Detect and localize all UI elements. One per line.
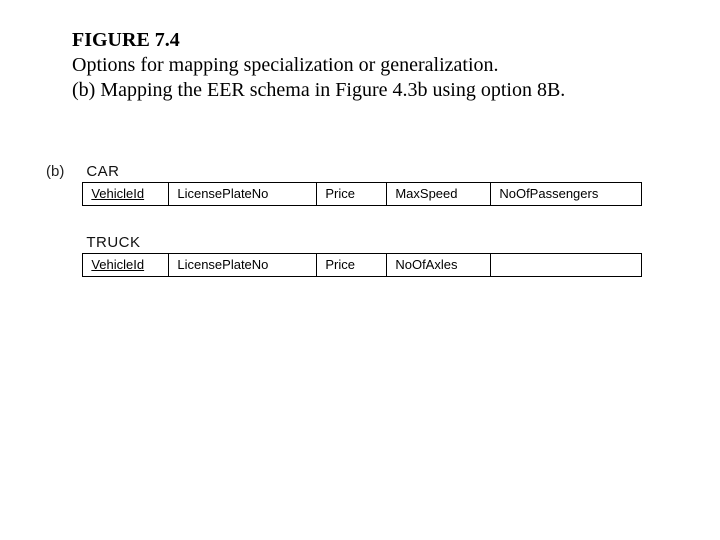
schema-truck-name: TRUCK <box>86 234 642 251</box>
car-col-passengers: NoOfPassengers <box>491 183 641 205</box>
schema-car: CAR VehicleId LicensePlateNo Price MaxSp… <box>82 163 642 206</box>
subfigure-label: (b) <box>46 163 64 180</box>
figure-subtitle: (b) Mapping the EER schema in Figure 4.3… <box>72 78 720 103</box>
car-col-price: Price <box>317 183 387 205</box>
truck-col-axles: NoOfAxles <box>387 254 491 276</box>
figure-title: Options for mapping specialization or ge… <box>72 53 720 78</box>
car-col-licenseplate: LicensePlateNo <box>169 183 317 205</box>
figure-number: FIGURE 7.4 <box>72 28 720 53</box>
truck-col-price: Price <box>317 254 387 276</box>
truck-col-vehicleid: VehicleId <box>91 257 144 272</box>
schema-truck: TRUCK VehicleId LicensePlateNo Price NoO… <box>82 234 642 277</box>
schema-truck-row: VehicleId LicensePlateNo Price NoOfAxles <box>82 253 642 277</box>
schema-diagram: (b) CAR VehicleId LicensePlateNo Price M… <box>0 103 720 305</box>
figure-heading: FIGURE 7.4 Options for mapping specializ… <box>0 0 720 103</box>
truck-col-licenseplate: LicensePlateNo <box>169 254 317 276</box>
schema-car-row: VehicleId LicensePlateNo Price MaxSpeed … <box>82 182 642 206</box>
truck-col-empty <box>491 254 641 276</box>
car-col-maxspeed: MaxSpeed <box>387 183 491 205</box>
car-col-vehicleid: VehicleId <box>91 186 144 201</box>
schema-car-name: CAR <box>86 163 642 180</box>
